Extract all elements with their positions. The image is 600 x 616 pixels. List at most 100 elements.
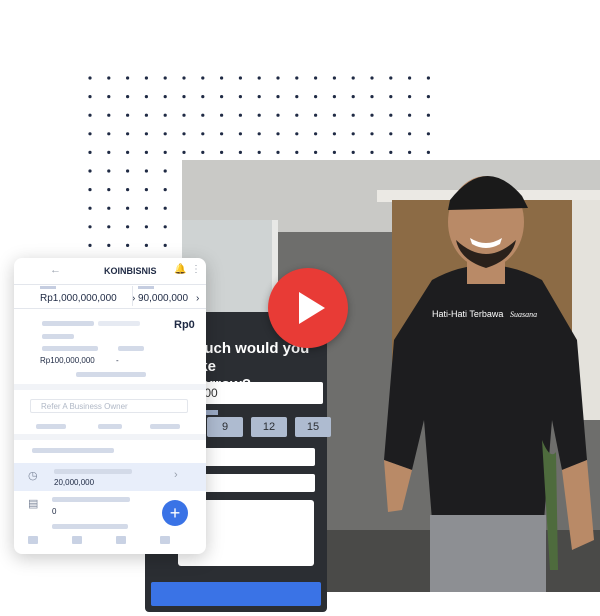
placeholder-bar (36, 424, 66, 429)
submit-button[interactable] (151, 582, 321, 606)
dot (408, 150, 412, 154)
dot (107, 113, 111, 117)
dot (426, 113, 430, 117)
dot (163, 150, 167, 154)
list-item[interactable]: ◷ 20,000,000 › (14, 463, 206, 491)
dot (163, 225, 167, 229)
nav-tab[interactable] (28, 536, 38, 544)
dot (126, 132, 130, 136)
dot (332, 113, 336, 117)
dot (314, 95, 318, 99)
dot (201, 150, 205, 154)
dot (144, 188, 148, 192)
divider (14, 384, 206, 390)
dot (126, 150, 130, 154)
dot (163, 113, 167, 117)
dot (201, 95, 205, 99)
dot (88, 169, 92, 173)
dot (144, 169, 148, 173)
dot (408, 76, 412, 80)
dot (276, 132, 280, 136)
dot (332, 150, 336, 154)
list-item-value: 0 (52, 507, 57, 516)
dot (426, 76, 430, 80)
divider (132, 286, 133, 306)
dot (370, 113, 374, 117)
tenor-chip[interactable]: 12 (251, 417, 287, 437)
dot (351, 113, 355, 117)
dashboard-screen: ← KOINBISNIS 🔔 ⋮ Rp1,000,000,000 › 90,00… (14, 258, 206, 554)
dot (276, 76, 280, 80)
dot (257, 132, 261, 136)
dash-value: - (116, 356, 119, 365)
dot (107, 243, 111, 247)
dot (370, 76, 374, 80)
dot (220, 113, 224, 117)
shirt-script: Suasana (510, 310, 537, 319)
dot (88, 206, 92, 210)
dot (314, 150, 318, 154)
dot (370, 150, 374, 154)
more-icon[interactable]: ⋮ (191, 264, 201, 275)
dot (276, 95, 280, 99)
dot (163, 95, 167, 99)
dot (201, 132, 205, 136)
dot (389, 113, 393, 117)
add-button[interactable]: + (162, 500, 188, 526)
dot (144, 206, 148, 210)
play-icon[interactable] (268, 268, 348, 348)
dot (332, 76, 336, 80)
dot (182, 76, 186, 80)
dot (144, 76, 148, 80)
placeholder-bar (42, 321, 94, 326)
dot (107, 169, 111, 173)
dot (163, 243, 167, 247)
dot (163, 188, 167, 192)
tenor-chip[interactable]: 9 (207, 417, 243, 437)
nav-tab[interactable] (72, 536, 82, 544)
tenor-chip[interactable]: 15 (295, 417, 331, 437)
dot (126, 169, 130, 173)
dot (238, 76, 242, 80)
balance-value: Rp1,000,000,000 (40, 293, 117, 304)
balance-card[interactable]: 90,000,000 › (138, 284, 200, 306)
dot (126, 188, 130, 192)
placeholder-bar (118, 346, 144, 351)
placeholder-bar (54, 469, 132, 474)
dot (88, 113, 92, 117)
dot (351, 132, 355, 136)
dot (351, 95, 355, 99)
placeholder-bar (32, 448, 114, 453)
placeholder-bar (52, 497, 130, 502)
nav-tab[interactable] (116, 536, 126, 544)
nav-tab[interactable] (160, 536, 170, 544)
back-arrow-icon[interactable]: ← (50, 264, 61, 276)
person: Hati-Hati Terbawa Suasana (384, 175, 594, 592)
dot (238, 150, 242, 154)
dot (295, 113, 299, 117)
dot (107, 150, 111, 154)
limit-value: Rp100,000,000 (40, 356, 95, 365)
dot (257, 95, 261, 99)
dot (295, 76, 299, 80)
dot (220, 132, 224, 136)
dot (107, 76, 111, 80)
dot (107, 132, 111, 136)
dot (163, 206, 167, 210)
dot (144, 113, 148, 117)
dot (182, 150, 186, 154)
dot (426, 150, 430, 154)
dot (88, 132, 92, 136)
dot (126, 225, 130, 229)
dot (426, 95, 430, 99)
balance-card[interactable]: Rp1,000,000,000 › (40, 284, 135, 306)
refer-dropdown[interactable]: Refer A Business Owner (30, 399, 188, 413)
dot (144, 150, 148, 154)
app-header: ← KOINBISNIS 🔔 ⋮ (14, 258, 206, 285)
dot (332, 132, 336, 136)
dot (314, 76, 318, 80)
dot (351, 150, 355, 154)
dot (426, 132, 430, 136)
bell-icon[interactable]: 🔔 (174, 264, 186, 275)
dot (238, 132, 242, 136)
